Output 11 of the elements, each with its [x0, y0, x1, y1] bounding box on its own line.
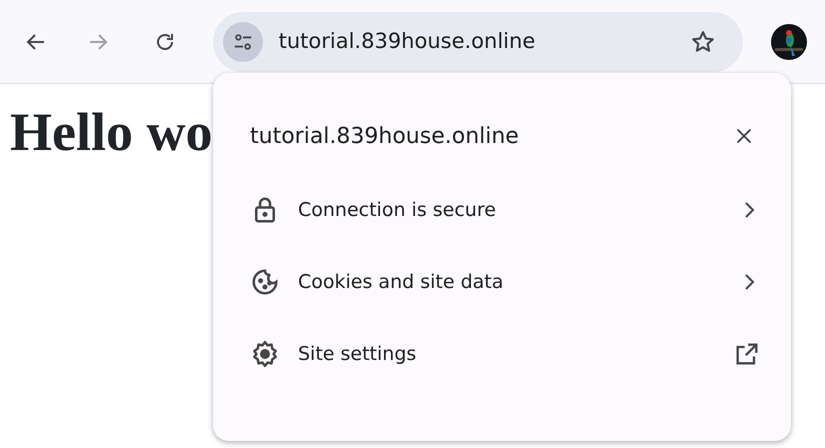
site-info-button[interactable] [222, 22, 263, 62]
popup-title: tutorial.839house.online [250, 122, 519, 150]
address-bar[interactable]: tutorial.839house.online [212, 12, 744, 72]
star-icon [690, 28, 716, 54]
popup-menu-item[interactable]: Cookies and site data [250, 246, 759, 318]
cookie-icon [250, 267, 280, 297]
popup-menu-item[interactable]: Connection is secure [250, 174, 759, 246]
url-text: tutorial.839house.online [278, 28, 536, 55]
page-heading: Hello wo [10, 101, 212, 164]
popup-menu-item[interactable]: Site settings [250, 318, 759, 390]
settings-icon [250, 339, 280, 369]
